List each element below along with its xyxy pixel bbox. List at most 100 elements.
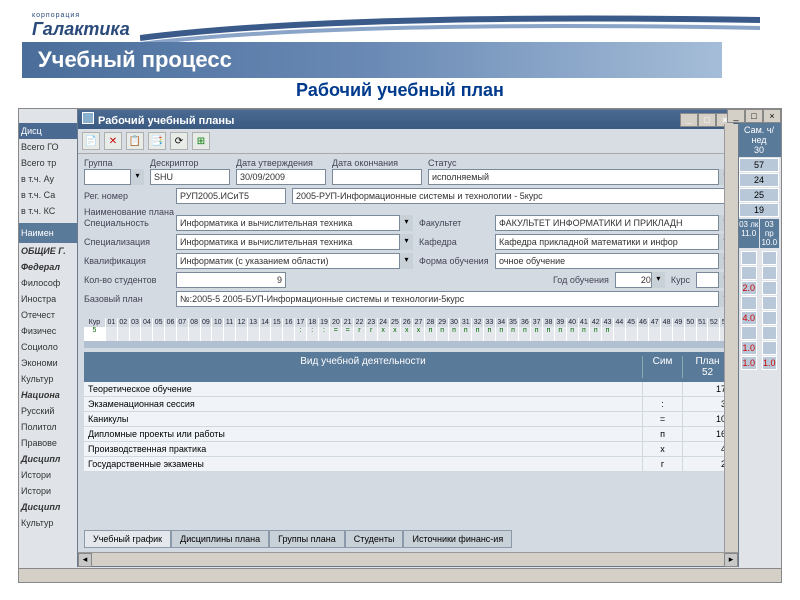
discipline-item[interactable]: Философ: [19, 275, 77, 291]
activity-row[interactable]: Теоретическое обучение17: [84, 382, 732, 397]
week-cell[interactable]: п: [508, 327, 520, 341]
discipline-item[interactable]: Культур: [19, 371, 77, 387]
week-cell[interactable]: [649, 327, 661, 341]
week-cell[interactable]: п: [449, 327, 461, 341]
week-cell[interactable]: [697, 327, 709, 341]
tab-группы-плана[interactable]: Группы плана: [269, 530, 345, 548]
week-cell[interactable]: п: [567, 327, 579, 341]
department-input[interactable]: [495, 234, 732, 250]
week-cell[interactable]: [224, 327, 236, 341]
week-cell[interactable]: =: [342, 327, 354, 341]
week-cell[interactable]: =: [330, 327, 342, 341]
discipline-item[interactable]: Физичес: [19, 323, 77, 339]
week-cell[interactable]: х: [390, 327, 402, 341]
week-cell[interactable]: [141, 327, 153, 341]
week-cell[interactable]: [661, 327, 673, 341]
week-cell[interactable]: [260, 327, 272, 341]
activity-row[interactable]: Производственная практиках4: [84, 442, 732, 457]
descriptor-input[interactable]: [150, 169, 230, 185]
week-cell[interactable]: п: [425, 327, 437, 341]
reg-no-input[interactable]: [176, 188, 286, 204]
discipline-item[interactable]: Правове: [19, 435, 77, 451]
week-cell[interactable]: [283, 327, 295, 341]
vertical-scrollbar[interactable]: [724, 124, 738, 552]
week-cell[interactable]: [708, 327, 720, 341]
week-cell[interactable]: п: [590, 327, 602, 341]
week-cell[interactable]: [638, 327, 650, 341]
date-end-input[interactable]: [332, 169, 422, 185]
app-horizontal-scrollbar[interactable]: [19, 568, 781, 582]
week-cell[interactable]: [248, 327, 260, 341]
specialization-input[interactable]: [176, 234, 413, 250]
scroll-left-icon[interactable]: ◂: [78, 553, 92, 567]
new-doc-icon[interactable]: 📄: [82, 132, 100, 150]
tab-студенты[interactable]: Студенты: [345, 530, 404, 548]
refresh-icon[interactable]: ⟳: [170, 132, 188, 150]
week-cell[interactable]: х: [413, 327, 425, 341]
win-maximize-button[interactable]: □: [698, 113, 716, 127]
delete-icon[interactable]: ✕: [104, 132, 122, 150]
week-cell[interactable]: п: [543, 327, 555, 341]
discipline-item[interactable]: Федерал: [19, 259, 77, 275]
dropdown-icon[interactable]: ▾: [399, 234, 413, 250]
qualification-input[interactable]: [176, 253, 413, 269]
discipline-item[interactable]: Дисципл: [19, 499, 77, 515]
week-cell[interactable]: [165, 327, 177, 341]
tab-учебный-график[interactable]: Учебный график: [84, 530, 171, 548]
window-titlebar[interactable]: Рабочий учебный планы _ □ ×: [78, 110, 738, 129]
discipline-item[interactable]: Национа: [19, 387, 77, 403]
activity-row[interactable]: Экзаменационная сессия:3: [84, 397, 732, 412]
dropdown-icon[interactable]: ▾: [399, 215, 413, 231]
activity-row[interactable]: Дипломные проекты или работып16: [84, 427, 732, 442]
week-cell[interactable]: г: [366, 327, 378, 341]
week-cell[interactable]: [118, 327, 130, 341]
week-cell[interactable]: п: [579, 327, 591, 341]
week-cell[interactable]: [153, 327, 165, 341]
week-cell[interactable]: п: [496, 327, 508, 341]
activity-row[interactable]: Государственные экзаменыг2: [84, 457, 732, 472]
discipline-item[interactable]: Социоло: [19, 339, 77, 355]
discipline-item[interactable]: ОБЩИЕ Г.: [19, 243, 77, 259]
close-button[interactable]: ×: [763, 109, 781, 123]
week-cell[interactable]: :: [307, 327, 319, 341]
base-plan-input[interactable]: [176, 291, 732, 307]
student-count-input[interactable]: [176, 272, 286, 288]
week-cell[interactable]: [201, 327, 213, 341]
date-approved-input[interactable]: [236, 169, 326, 185]
discipline-item[interactable]: Истори: [19, 467, 77, 483]
week-cell[interactable]: х: [401, 327, 413, 341]
status-input[interactable]: [428, 169, 732, 185]
scroll-right-icon[interactable]: ▸: [724, 553, 738, 567]
discipline-item[interactable]: Культур: [19, 515, 77, 531]
plan-name-input[interactable]: [292, 188, 732, 204]
week-cell[interactable]: п: [519, 327, 531, 341]
discipline-item[interactable]: Истори: [19, 483, 77, 499]
week-cell[interactable]: п: [437, 327, 449, 341]
week-cell[interactable]: [106, 327, 118, 341]
excel-icon[interactable]: ⊞: [192, 132, 210, 150]
week-cell[interactable]: :: [319, 327, 331, 341]
dropdown-icon[interactable]: ▾: [130, 169, 144, 185]
discipline-item[interactable]: Отечест: [19, 307, 77, 323]
week-cell[interactable]: [177, 327, 189, 341]
specialty-input[interactable]: [176, 215, 413, 231]
discipline-item[interactable]: Экономи: [19, 355, 77, 371]
tab-дисциплины-плана[interactable]: Дисциплины плана: [171, 530, 269, 548]
week-cell[interactable]: [626, 327, 638, 341]
week-cell[interactable]: п: [531, 327, 543, 341]
week-cell[interactable]: п: [484, 327, 496, 341]
week-cell[interactable]: [236, 327, 248, 341]
paste-icon[interactable]: 📑: [148, 132, 166, 150]
week-cell[interactable]: п: [555, 327, 567, 341]
minimize-button[interactable]: _: [727, 109, 745, 123]
discipline-item[interactable]: Русский: [19, 403, 77, 419]
week-cell[interactable]: [212, 327, 224, 341]
week-cell[interactable]: п: [472, 327, 484, 341]
week-cell[interactable]: х: [378, 327, 390, 341]
discipline-item[interactable]: Политол: [19, 419, 77, 435]
week-cell[interactable]: [271, 327, 283, 341]
week-cell[interactable]: [685, 327, 697, 341]
dropdown-icon[interactable]: ▾: [399, 253, 413, 269]
week-cell[interactable]: [673, 327, 685, 341]
week-cell[interactable]: [189, 327, 201, 341]
